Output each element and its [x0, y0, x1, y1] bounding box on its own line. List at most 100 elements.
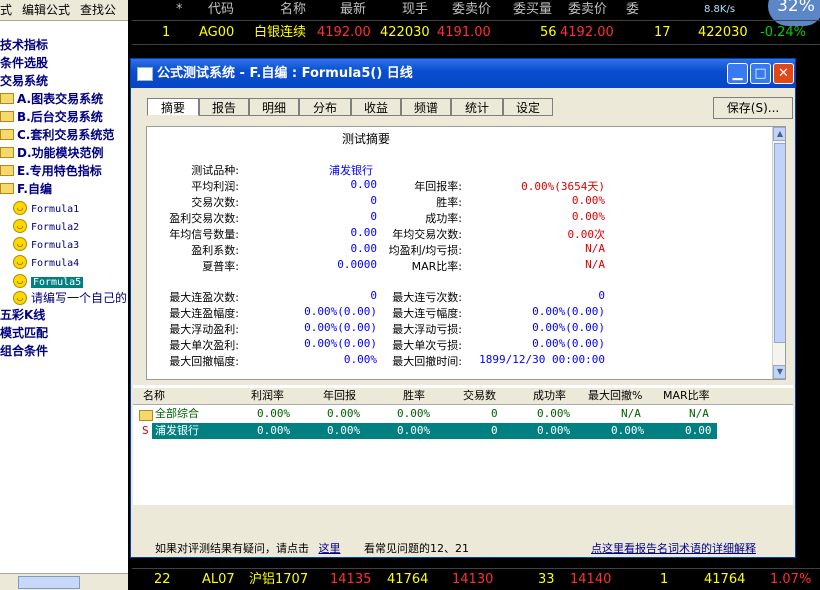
- tree-item-d[interactable]: D.功能模块范例: [0, 144, 104, 162]
- stat-label: 交易次数:: [191, 196, 239, 209]
- dialog-titlebar[interactable]: 公式测试系统 - F.自编 : Formula5() 日线 ▁ □ ✕: [131, 59, 795, 88]
- stat-value: 0.00%(0.00): [304, 337, 377, 350]
- tab-spectrum[interactable]: 频谱: [401, 98, 451, 116]
- scrollbar-thumb[interactable]: [18, 576, 80, 589]
- scrollbar-thumb[interactable]: [774, 143, 785, 343]
- tab-statistics[interactable]: 统计: [451, 98, 503, 116]
- stat-value: 0: [598, 289, 605, 302]
- scroll-down-arrow-icon[interactable]: ▼: [773, 365, 785, 379]
- col-name[interactable]: 名称: [280, 0, 306, 20]
- summary-vertical-scrollbar[interactable]: ▲ ▼: [772, 127, 785, 379]
- faq-link[interactable]: 这里: [319, 542, 341, 555]
- stat-label: 最大浮动盈利:: [169, 323, 239, 336]
- th-annual[interactable]: 年回报: [323, 388, 356, 404]
- scroll-up-arrow-icon[interactable]: ▲: [773, 127, 785, 141]
- tree-item-formula5[interactable]: ◡ Formula5: [13, 272, 84, 290]
- footer-help: 如果对评测结果有疑问，请点击 这里 看常见问题的12、21: [155, 540, 469, 556]
- folder-icon: [139, 410, 153, 421]
- save-button[interactable]: 保存(S)...: [713, 97, 793, 119]
- col-ask[interactable]: 委卖价: [452, 0, 491, 20]
- tab-returns[interactable]: 收益: [351, 98, 401, 116]
- menu-item-formula[interactable]: 式: [0, 3, 12, 17]
- stat-value: 0.00次: [567, 228, 606, 241]
- smiley-icon: ◡: [13, 236, 27, 251]
- tree-item-stock-screen[interactable]: 条件选股: [0, 54, 48, 72]
- tree-item-formula2[interactable]: ◡ Formula2: [13, 217, 79, 235]
- tree-item-e[interactable]: E.专用特色指标: [0, 162, 102, 180]
- stat-label: MAR比率:: [411, 260, 462, 273]
- results-table-header: 名称 利润率 年回报 胜率 交易数 成功率 最大回撤% MAR比率: [133, 388, 793, 405]
- col-last[interactable]: 最新: [340, 0, 366, 20]
- col-ask2[interactable]: 委卖价: [568, 0, 607, 20]
- close-button[interactable]: ✕: [773, 63, 794, 84]
- tab-detail[interactable]: 明细: [249, 98, 299, 116]
- grid-divider: [132, 20, 820, 21]
- th-success[interactable]: 成功率: [533, 388, 566, 404]
- stat-value: 0.00%(0.00): [532, 337, 605, 350]
- stat-label: 最大连亏次数:: [392, 291, 462, 304]
- tab-settings[interactable]: 设定: [503, 98, 553, 116]
- tree-item-new-formula[interactable]: ◡ 请编写一个自己的: [13, 289, 127, 307]
- maximize-button[interactable]: □: [750, 63, 771, 84]
- th-drawdown[interactable]: 最大回撤%: [588, 388, 642, 404]
- grid-row[interactable]: 22 AL07 沪铝1707 14135 41764 14130 33 1414…: [132, 569, 820, 590]
- col-vol[interactable]: 现手: [402, 0, 428, 20]
- tree-item-f[interactable]: F.自编: [0, 180, 52, 198]
- stat-label: 平均利润:: [191, 180, 239, 193]
- tree-item-formula4[interactable]: ◡ Formula4: [13, 253, 79, 271]
- tree-item-c[interactable]: C.套利交易系统范: [0, 126, 114, 144]
- tree-item-tech-indicators[interactable]: 技术指标: [0, 36, 48, 54]
- th-mar[interactable]: MAR比率: [663, 388, 710, 404]
- stat-value: 0.00%(3654天): [521, 180, 605, 193]
- th-name[interactable]: 名称: [143, 388, 165, 404]
- grid-divider: [132, 44, 820, 45]
- footer-text: 如果对评测结果有疑问，请点击: [155, 542, 309, 555]
- table-row[interactable]: 全部综合 0.00% 0.00% 0.00% 0 0.00% N/A N/A: [139, 406, 717, 422]
- tab-distribution[interactable]: 分布: [299, 98, 351, 116]
- glossary-link[interactable]: 点这里看报告名词术语的详细解释: [591, 540, 756, 556]
- col-w[interactable]: 委: [626, 0, 639, 20]
- tab-summary[interactable]: 摘要: [147, 98, 199, 116]
- th-profit[interactable]: 利润率: [251, 388, 284, 404]
- tree-horizontal-scrollbar[interactable]: [0, 573, 128, 590]
- tree-item-trading-system[interactable]: 交易系统: [0, 72, 48, 90]
- col-code[interactable]: 代码: [208, 0, 234, 20]
- folder-icon: [0, 165, 14, 176]
- th-win[interactable]: 胜率: [403, 388, 425, 404]
- tab-report[interactable]: 报告: [199, 98, 249, 116]
- dialog-title: 公式测试系统 - F.自编 : Formula5() 日线: [157, 66, 413, 81]
- stock-label: 测试品种:: [191, 164, 239, 177]
- tree-item-formula3[interactable]: ◡ Formula3: [13, 235, 79, 253]
- th-trades[interactable]: 交易数: [463, 388, 496, 404]
- stat-label: 最大回撤幅度:: [169, 355, 239, 368]
- summary-panel: 测试摘要 测试品种: 浦发银行 平均利润: 交易次数: 盈利交易次数: 年均信号…: [146, 126, 786, 380]
- stock-marker: S: [139, 423, 152, 439]
- stock-value: 浦发银行: [329, 164, 373, 177]
- stat-label: 均盈利/均亏损:: [388, 244, 462, 257]
- menu-item-find[interactable]: 查找公: [80, 3, 116, 17]
- stat-label: 最大连盈幅度:: [169, 307, 239, 320]
- tree-item-a[interactable]: A.图表交易系统: [0, 90, 103, 108]
- stat-value: 0.00%: [343, 353, 377, 366]
- stat-value: 0: [370, 289, 377, 302]
- minimize-button[interactable]: ▁: [727, 63, 748, 84]
- grid-row[interactable]: 1 AG00 白银连续 4192.00 422030 4191.00 56 41…: [132, 22, 820, 44]
- table-row[interactable]: S 浦发银行 0.00% 0.00% 0.00% 0 0.00% 0.00% 0…: [139, 423, 717, 439]
- tree-item-formula1[interactable]: ◡ Formula1: [13, 199, 79, 217]
- tree-menubar: 式编辑公式 查找公: [0, 0, 128, 21]
- tree-item-b[interactable]: B.后台交易系统: [0, 108, 103, 126]
- col-bidvol[interactable]: 委买量: [513, 0, 552, 20]
- stat-label: 夏普率:: [202, 260, 239, 273]
- tree-item-combo-condition[interactable]: 组合条件: [0, 342, 48, 360]
- tree-item-pattern-match[interactable]: 模式匹配: [0, 324, 48, 342]
- stat-value: 0.00%(0.00): [304, 305, 377, 318]
- grid-star: *: [176, 2, 183, 17]
- menu-item-edit-formula[interactable]: 编辑公式: [22, 3, 70, 17]
- smiley-icon: ◡: [13, 254, 27, 269]
- smiley-icon: ◡: [13, 273, 27, 288]
- stat-value: 0.00%(0.00): [304, 321, 377, 334]
- stat-value: 0.00%: [571, 210, 605, 223]
- stat-label: 年回报率:: [414, 180, 462, 193]
- stat-label: 年均信号数量:: [169, 228, 239, 241]
- tree-item-color-kline[interactable]: 五彩K线: [0, 306, 45, 324]
